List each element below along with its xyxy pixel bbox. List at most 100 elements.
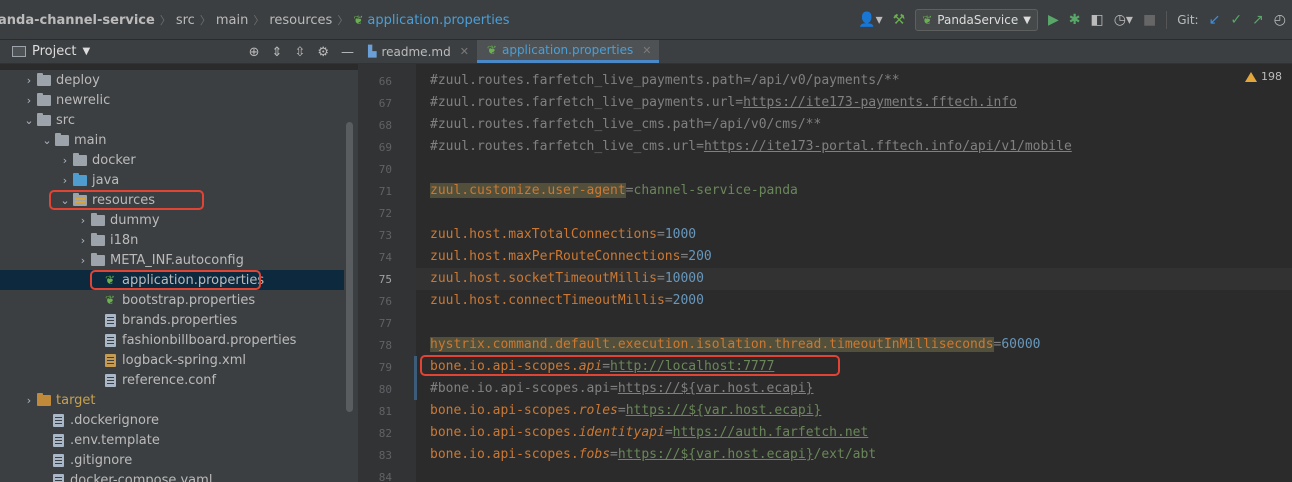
tree-item-application-properties[interactable]: ❦ application.properties [0, 270, 344, 290]
tree-item-meta-inf-autoconfig[interactable]: › META_INF.autoconfig [0, 250, 344, 270]
chevron-down-icon: ▼ [82, 46, 91, 57]
tree-item-newrelic[interactable]: › newrelic [0, 90, 344, 110]
chevron-right-icon[interactable]: › [58, 154, 72, 167]
breadcrumb-src[interactable]: src [172, 13, 199, 28]
chevron-down-icon[interactable]: ⌄ [40, 134, 54, 147]
tree-item-label: .dockerignore [70, 412, 160, 428]
text-file-icon [102, 333, 118, 347]
chevron-right-icon[interactable]: › [22, 74, 36, 87]
tree-item-docker[interactable]: › docker [0, 150, 344, 170]
tree-item-logback-spring-xml[interactable]: logback-spring.xml [0, 350, 344, 370]
code-line[interactable]: hystrix.command.default.execution.isolat… [430, 334, 1041, 356]
chevron-down-icon[interactable]: ⌄ [22, 114, 36, 127]
collapse-all-icon[interactable]: ⇳ [294, 45, 305, 60]
close-icon[interactable]: ✕ [642, 44, 651, 57]
debug-icon[interactable]: ✱ [1069, 12, 1081, 28]
tree-item-env-template[interactable]: .env.template [0, 430, 344, 450]
code-token: #zuul.routes.farfetch_live_payments.path… [430, 73, 900, 88]
git-push-icon[interactable]: ↗ [1252, 12, 1264, 28]
code-line[interactable]: #zuul.routes.farfetch_live_cms.path=/api… [430, 114, 821, 136]
code-line[interactable]: bone.io.api-scopes.fobs=https://${var.ho… [430, 444, 876, 466]
tab-readme[interactable]: ▙ readme.md ✕ [358, 40, 477, 63]
tree-item-reference-conf[interactable]: reference.conf [0, 370, 344, 390]
tree-item-label: .gitignore [70, 452, 133, 468]
breadcrumb-main[interactable]: main [212, 13, 252, 28]
project-view-select[interactable]: Project ▼ [12, 44, 90, 59]
run-configuration-select[interactable]: ❦ PandaService ▼ [915, 9, 1038, 31]
git-commit-icon[interactable]: ✓ [1230, 12, 1242, 28]
tab-application-properties-label: application.properties [501, 43, 634, 57]
code-line[interactable]: #zuul.routes.farfetch_live_payments.url=… [430, 92, 1017, 114]
user-icon[interactable]: 👤▾ [858, 12, 882, 28]
tree-item-label: bootstrap.properties [122, 292, 256, 308]
chevron-right-icon[interactable]: › [22, 394, 36, 407]
tree-item-resources[interactable]: ⌄ resources [0, 190, 344, 210]
code-token: roles [578, 403, 618, 418]
line-number: 78 [378, 339, 392, 352]
breadcrumb-project[interactable]: anda-channel-service [0, 13, 159, 28]
code-token: fobs [578, 447, 611, 462]
code-line[interactable]: bone.io.api-scopes.roles=https://${var.h… [430, 400, 821, 422]
profile-icon[interactable]: ◷▾ [1114, 12, 1133, 28]
navigation-bar: anda-channel-service 〉 src 〉 main 〉 reso… [0, 0, 1292, 40]
hide-panel-icon[interactable]: — [341, 45, 354, 60]
coverage-icon[interactable]: ◧ [1090, 12, 1103, 28]
chevron-right-icon: 〉 [199, 14, 211, 27]
code-line[interactable]: zuul.host.socketTimeoutMillis=10000 [430, 268, 704, 290]
code-line[interactable]: #zuul.routes.farfetch_live_cms.url=https… [430, 136, 1072, 158]
run-icon[interactable]: ▶ [1048, 12, 1059, 28]
gear-icon[interactable]: ⚙ [317, 45, 329, 60]
tree-item-src[interactable]: ⌄ src [0, 110, 344, 130]
chevron-down-icon[interactable]: ⌄ [58, 194, 72, 207]
chevron-right-icon[interactable]: › [22, 94, 36, 107]
close-icon[interactable]: ✕ [460, 45, 469, 58]
line-number: 72 [378, 207, 392, 220]
git-update-icon[interactable]: ↙ [1209, 12, 1221, 28]
breadcrumb-file[interactable]: ❦ application.properties [349, 13, 513, 28]
tree-item-dummy[interactable]: › dummy [0, 210, 344, 230]
tree-item-label: i18n [110, 232, 139, 248]
history-icon[interactable]: ◴ [1274, 12, 1286, 28]
stop-icon[interactable]: ■ [1143, 12, 1156, 28]
chevron-right-icon[interactable]: › [76, 254, 90, 267]
hammer-icon[interactable]: ⚒ [893, 12, 906, 28]
vcs-change-marker[interactable] [414, 356, 417, 400]
line-number: 71 [378, 185, 392, 198]
code-token: zuul.host.socketTimeoutMillis [430, 271, 657, 286]
code-token: bone.io.api-scopes. [430, 425, 579, 440]
text-file-icon [50, 453, 66, 467]
line-number: 76 [378, 295, 392, 308]
tree-scrollbar[interactable] [346, 122, 353, 412]
tree-item-gitignore[interactable]: .gitignore [0, 450, 344, 470]
chevron-right-icon[interactable]: › [76, 234, 90, 247]
code-line[interactable]: zuul.host.maxPerRouteConnections=200 [430, 246, 712, 268]
code-line[interactable]: bone.io.api-scopes.identityapi=https://a… [430, 422, 868, 444]
tree-item-i18n[interactable]: › i18n [0, 230, 344, 250]
code-line[interactable]: zuul.host.maxTotalConnections=1000 [430, 224, 696, 246]
chevron-right-icon[interactable]: › [58, 174, 72, 187]
breadcrumb-resources[interactable]: resources [265, 13, 336, 28]
tree-item-main[interactable]: ⌄ main [0, 130, 344, 150]
tree-item-bootstrap-properties[interactable]: ❦ bootstrap.properties [0, 290, 344, 310]
code-editor[interactable]: 66 67 68 69 70 71 72 73 74 75 76 77 78 79 80 81 82 83 84 1… [358, 64, 1292, 482]
expand-all-icon[interactable]: ⇕ [272, 45, 283, 60]
code-line[interactable]: #zuul.routes.farfetch_live_payments.path… [430, 70, 900, 92]
line-number: 73 [378, 229, 392, 242]
tree-item-docker-compose-yaml[interactable]: docker-compose.yaml [0, 470, 344, 482]
tree-item-fashionbillboard-properties[interactable]: fashionbillboard.properties [0, 330, 344, 350]
tab-application-properties[interactable]: ❦ application.properties ✕ [476, 40, 660, 63]
tree-item-deploy[interactable]: › deploy [0, 70, 344, 90]
line-number-gutter: 66 67 68 69 70 71 72 73 74 75 76 77 78 79 80 81 82 83 84 [358, 64, 416, 482]
code-line[interactable]: #bone.io.api-scopes.api=https://${var.ho… [430, 378, 814, 400]
tree-item-brands-properties[interactable]: brands.properties [0, 310, 344, 330]
tree-item-label: newrelic [56, 92, 111, 108]
tree-item-label: .env.template [70, 432, 160, 448]
tree-item-target[interactable]: › target [0, 390, 344, 410]
inspection-widget[interactable]: 198 [1245, 70, 1282, 83]
tree-item-java[interactable]: › java [0, 170, 344, 190]
code-line[interactable]: zuul.customize.user-agent=channel-servic… [430, 180, 798, 202]
locate-icon[interactable]: ⊕ [249, 45, 260, 60]
code-line[interactable]: zuul.host.connectTimeoutMillis=2000 [430, 290, 704, 312]
tree-item-dockerignore[interactable]: .dockerignore [0, 410, 344, 430]
chevron-right-icon[interactable]: › [76, 214, 90, 227]
